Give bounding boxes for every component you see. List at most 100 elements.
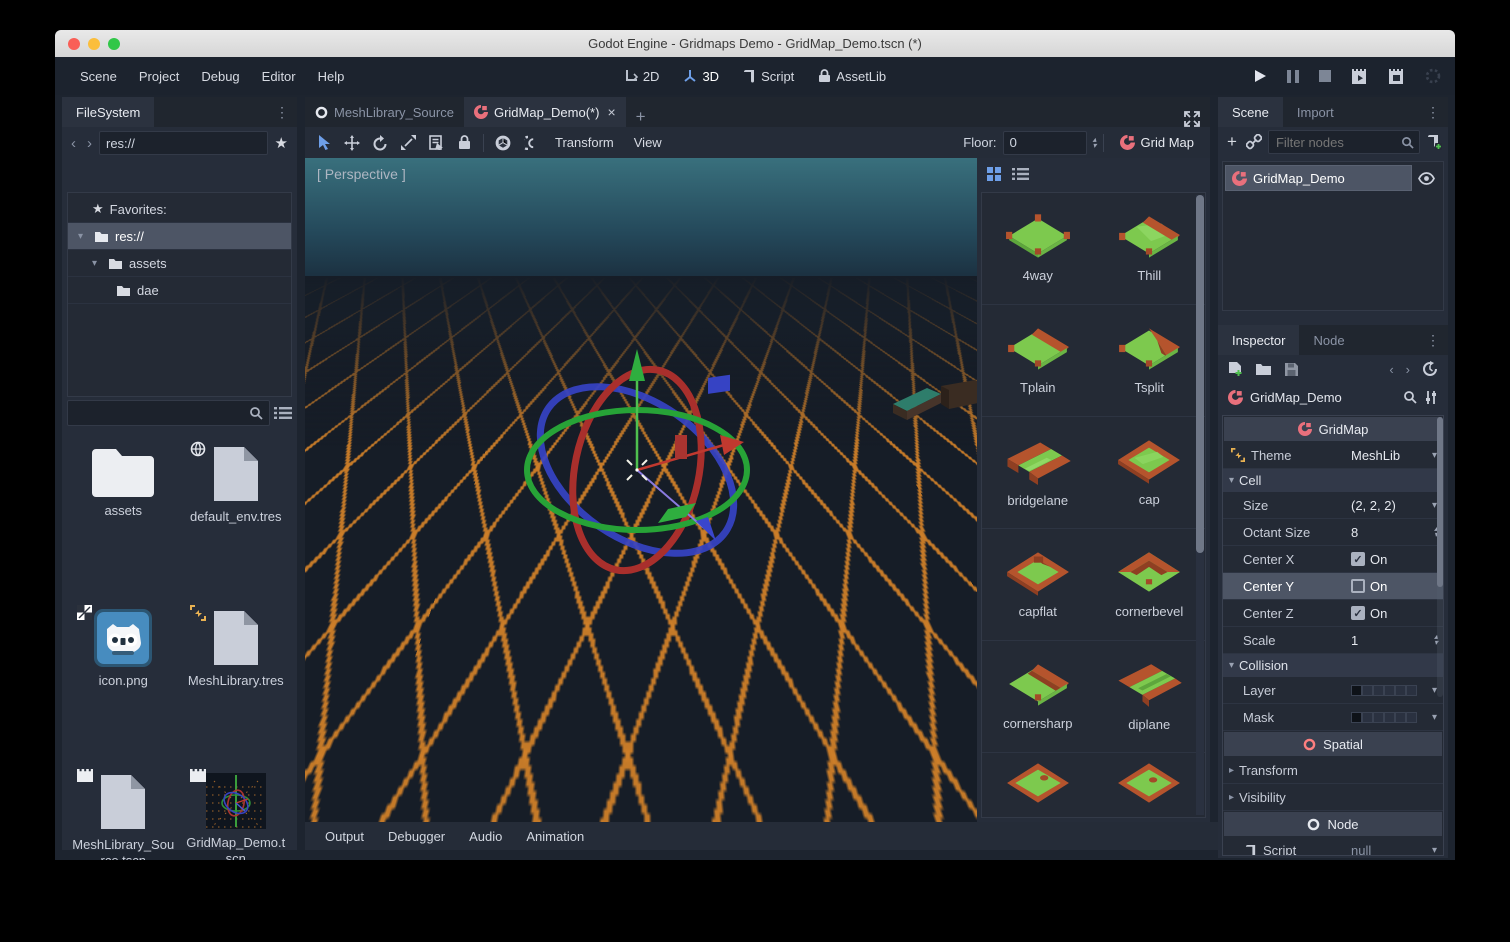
menu-project[interactable]: Project xyxy=(128,69,190,84)
mask-grid-widget[interactable] xyxy=(1351,712,1417,723)
tab-import[interactable]: Import xyxy=(1283,97,1348,127)
checkbox-unchecked-icon[interactable] xyxy=(1351,579,1365,593)
tab-inspector[interactable]: Inspector xyxy=(1218,325,1299,355)
caret-down-icon[interactable]: ▾ xyxy=(1432,712,1437,723)
file-search-input[interactable] xyxy=(74,405,249,422)
tree-item-res-root[interactable]: ▾ res:// xyxy=(68,223,291,250)
select-mode-button[interactable] xyxy=(311,131,337,155)
list-select-button[interactable] xyxy=(423,131,449,155)
section-collision[interactable]: ▾ Collision xyxy=(1223,654,1443,677)
menu-editor[interactable]: Editor xyxy=(251,69,307,84)
favorite-star-icon[interactable]: ★ xyxy=(271,134,292,152)
save-resource-icon[interactable] xyxy=(1284,362,1299,377)
palette-item[interactable]: capflat xyxy=(982,529,1094,640)
visibility-eye-icon[interactable] xyxy=(1418,172,1435,185)
tree-item-dae[interactable]: dae xyxy=(68,277,291,304)
palette-item[interactable]: cap xyxy=(1094,417,1206,528)
search-properties-icon[interactable] xyxy=(1403,390,1417,404)
new-resource-icon[interactable] xyxy=(1228,361,1243,377)
rotate-mode-button[interactable] xyxy=(367,131,393,155)
section-cell[interactable]: ▾ Cell xyxy=(1223,469,1443,492)
tab-scene[interactable]: Scene xyxy=(1218,97,1283,127)
property-center-z[interactable]: Center Z ✓On xyxy=(1223,600,1443,627)
new-scene-tab-button[interactable]: + xyxy=(626,107,656,127)
scene-tree-root-selected[interactable]: GridMap_Demo xyxy=(1225,165,1412,191)
property-value[interactable]: null xyxy=(1351,843,1371,857)
tree-item-assets[interactable]: ▾ assets xyxy=(68,250,291,277)
menu-scene[interactable]: Scene xyxy=(69,69,128,84)
distraction-free-icon[interactable] xyxy=(1174,111,1210,127)
thumbnail-view-icon[interactable] xyxy=(987,167,1002,182)
property-center-x[interactable]: Center X ✓On xyxy=(1223,546,1443,573)
property-center-y[interactable]: Center Y On xyxy=(1223,573,1443,600)
switch-3d[interactable]: 3D xyxy=(683,69,719,84)
nav-back-button[interactable]: ‹ xyxy=(67,135,80,152)
property-collision-layer[interactable]: Layer ▾ xyxy=(1223,677,1443,704)
palette-item[interactable]: 4way xyxy=(982,193,1094,304)
inspector-scrollbar[interactable] xyxy=(1437,417,1443,697)
snap-toggle-button[interactable] xyxy=(518,131,544,155)
add-node-button[interactable]: + xyxy=(1224,132,1240,152)
file-item-icon-png[interactable]: icon.png xyxy=(67,595,180,759)
palette-item[interactable]: bridgelane xyxy=(982,417,1094,528)
file-item-meshlibrary-source[interactable]: MeshLibrary_Source.tscn xyxy=(67,759,180,860)
menu-debug[interactable]: Debug xyxy=(190,69,250,84)
bottom-tab-output[interactable]: Output xyxy=(315,829,374,844)
property-size[interactable]: Size (2, 2, 2)▾ xyxy=(1223,492,1443,519)
close-tab-icon[interactable]: × xyxy=(607,104,615,120)
file-search-field[interactable] xyxy=(67,400,270,426)
transform-menu[interactable]: Transform xyxy=(546,135,623,150)
caret-down-icon[interactable]: ▾ xyxy=(78,231,88,242)
instance-scene-icon[interactable] xyxy=(1246,134,1262,150)
3d-viewport[interactable]: [ Perspective ] xyxy=(305,158,977,822)
property-theme[interactable]: Theme MeshLib▾ xyxy=(1223,442,1443,469)
property-octant-size[interactable]: Octant Size 8▴▾ xyxy=(1223,519,1443,546)
lock-selected-button[interactable] xyxy=(451,131,477,155)
inspector-menu-icon[interactable]: ⋮ xyxy=(1418,332,1448,349)
load-resource-icon[interactable] xyxy=(1255,362,1272,376)
move-mode-button[interactable] xyxy=(339,131,365,155)
play-scene-button[interactable] xyxy=(1351,69,1368,84)
bottom-tab-debugger[interactable]: Debugger xyxy=(378,829,455,844)
file-list-view-toggle[interactable] xyxy=(274,406,292,420)
tab-node[interactable]: Node xyxy=(1299,325,1358,355)
nav-forward-button[interactable]: › xyxy=(83,135,96,152)
history-forward-icon[interactable]: › xyxy=(1406,362,1410,377)
scene-panel-menu-icon[interactable]: ⋮ xyxy=(1418,104,1448,121)
palette-item[interactable]: Tplain xyxy=(982,305,1094,416)
filter-nodes-input[interactable] xyxy=(1274,134,1401,151)
caret-down-icon[interactable]: ▾ xyxy=(92,258,102,269)
menu-help[interactable]: Help xyxy=(307,69,356,84)
gridmap-menu-button[interactable]: Grid Map xyxy=(1110,135,1204,150)
floor-spinbox[interactable] xyxy=(1003,131,1087,155)
palette-item[interactable] xyxy=(1094,753,1206,818)
section-transform[interactable]: ▸Transform xyxy=(1223,757,1443,784)
layer-grid-widget[interactable] xyxy=(1351,685,1417,696)
tab-meshlibrary-source[interactable]: MeshLibrary_Source xyxy=(305,97,464,127)
class-header-node[interactable]: Node xyxy=(1224,812,1442,836)
palette-scrollbar-thumb[interactable] xyxy=(1196,195,1204,553)
switch-2d[interactable]: 2D xyxy=(624,69,660,84)
scale-mode-button[interactable] xyxy=(395,131,421,155)
stop-button[interactable] xyxy=(1319,70,1331,82)
palette-item[interactable] xyxy=(982,753,1094,818)
perspective-label[interactable]: [ Perspective ] xyxy=(317,166,406,182)
property-script[interactable]: Script null▾ xyxy=(1223,837,1443,856)
filesystem-menu-icon[interactable]: ⋮ xyxy=(267,104,297,121)
class-header-spatial[interactable]: Spatial xyxy=(1224,732,1442,756)
scene-tree-root-row[interactable]: GridMap_Demo xyxy=(1225,165,1441,191)
file-item-meshlibrary-tres[interactable]: MeshLibrary.tres xyxy=(180,595,293,759)
inspector-scrollbar-thumb[interactable] xyxy=(1437,417,1443,587)
property-value[interactable]: MeshLib xyxy=(1351,448,1400,463)
pause-button[interactable] xyxy=(1287,70,1299,83)
view-menu[interactable]: View xyxy=(625,135,671,150)
palette-item[interactable]: Tsplit xyxy=(1094,305,1206,416)
bottom-tab-animation[interactable]: Animation xyxy=(516,829,594,844)
checkbox-checked-icon[interactable]: ✓ xyxy=(1351,552,1365,566)
attach-script-icon[interactable] xyxy=(1426,134,1442,150)
play-custom-scene-button[interactable] xyxy=(1388,69,1405,84)
switch-assetlib[interactable]: AssetLib xyxy=(818,69,886,84)
property-scale[interactable]: Scale 1▴▾ xyxy=(1223,627,1443,654)
palette-item[interactable]: cornerbevel xyxy=(1094,529,1206,640)
class-header-gridmap[interactable]: GridMap xyxy=(1224,417,1442,441)
